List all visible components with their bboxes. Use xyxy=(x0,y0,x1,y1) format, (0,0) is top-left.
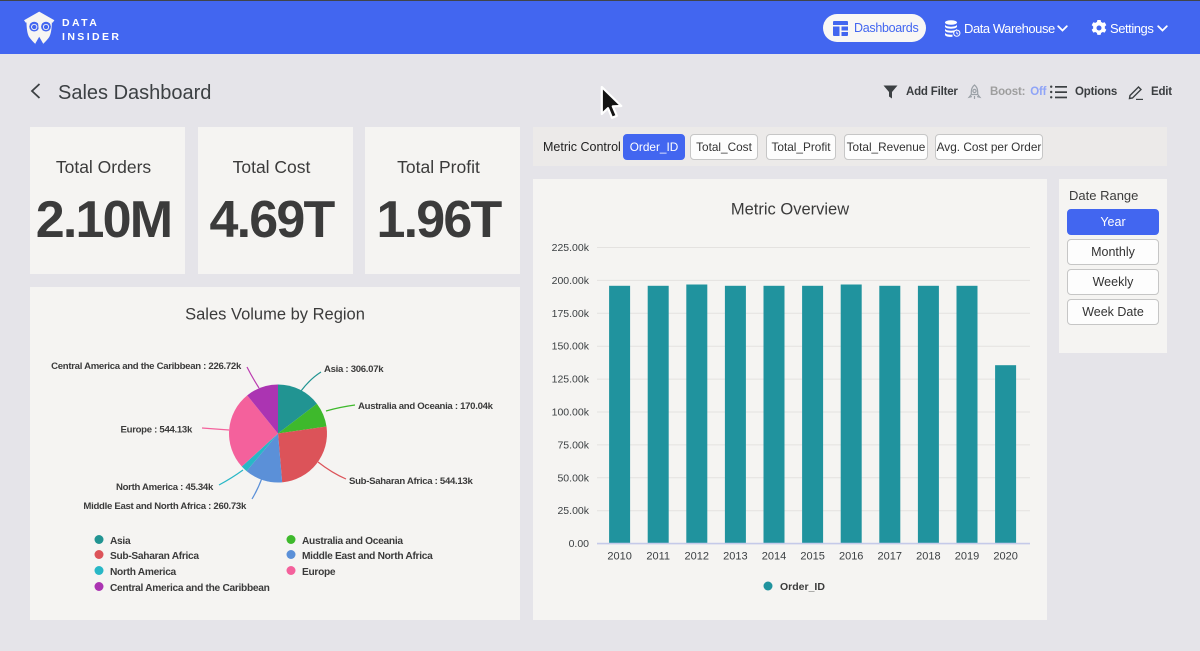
svg-text:2011: 2011 xyxy=(646,551,670,563)
svg-text:Metric Overview: Metric Overview xyxy=(731,201,849,219)
svg-text:Australia and Oceania : 170.04: Australia and Oceania : 170.04k xyxy=(358,401,494,412)
svg-text:North America: North America xyxy=(110,567,177,578)
svg-text:North America : 45.34k: North America : 45.34k xyxy=(116,482,214,493)
svg-text:2015: 2015 xyxy=(800,551,824,563)
svg-text:2019: 2019 xyxy=(955,551,979,563)
svg-text:2020: 2020 xyxy=(993,551,1017,563)
svg-text:225.00k: 225.00k xyxy=(552,242,590,254)
svg-text:2012: 2012 xyxy=(685,551,709,563)
svg-text:50.00k: 50.00k xyxy=(557,472,589,484)
svg-text:0.00: 0.00 xyxy=(569,538,590,550)
svg-text:175.00k: 175.00k xyxy=(552,308,590,320)
svg-text:2016: 2016 xyxy=(839,551,863,563)
svg-text:75.00k: 75.00k xyxy=(557,439,589,451)
svg-text:125.00k: 125.00k xyxy=(552,374,590,386)
svg-text:Order_ID: Order_ID xyxy=(780,581,825,593)
svg-text:2017: 2017 xyxy=(878,551,902,563)
svg-text:Europe : 544.13k: Europe : 544.13k xyxy=(121,425,193,436)
svg-text:2018: 2018 xyxy=(916,551,940,563)
svg-text:Europe: Europe xyxy=(302,567,336,578)
svg-text:25.00k: 25.00k xyxy=(557,505,589,517)
svg-text:Sales Volume by Region: Sales Volume by Region xyxy=(185,306,365,324)
svg-text:Middle East and North Africa :: Middle East and North Africa : 260.73k xyxy=(83,501,247,512)
svg-text:100.00k: 100.00k xyxy=(552,407,590,419)
svg-text:Central America and the Caribb: Central America and the Caribbean : 226.… xyxy=(51,361,242,372)
svg-text:150.00k: 150.00k xyxy=(552,341,590,353)
svg-text:2014: 2014 xyxy=(762,551,786,563)
svg-text:Sub-Saharan Africa: Sub-Saharan Africa xyxy=(110,551,199,562)
svg-text:Asia: Asia xyxy=(110,536,131,547)
svg-text:2013: 2013 xyxy=(723,551,747,563)
svg-text:Sub-Saharan Africa : 544.13k: Sub-Saharan Africa : 544.13k xyxy=(349,476,473,487)
svg-text:Australia and Oceania: Australia and Oceania xyxy=(302,536,403,547)
svg-text:Asia : 306.07k: Asia : 306.07k xyxy=(324,364,384,375)
svg-text:2010: 2010 xyxy=(607,551,631,563)
svg-text:Middle East and North Africa: Middle East and North Africa xyxy=(302,551,433,562)
svg-text:200.00k: 200.00k xyxy=(552,275,590,287)
svg-text:Central America and the Caribb: Central America and the Caribbean xyxy=(110,583,270,594)
